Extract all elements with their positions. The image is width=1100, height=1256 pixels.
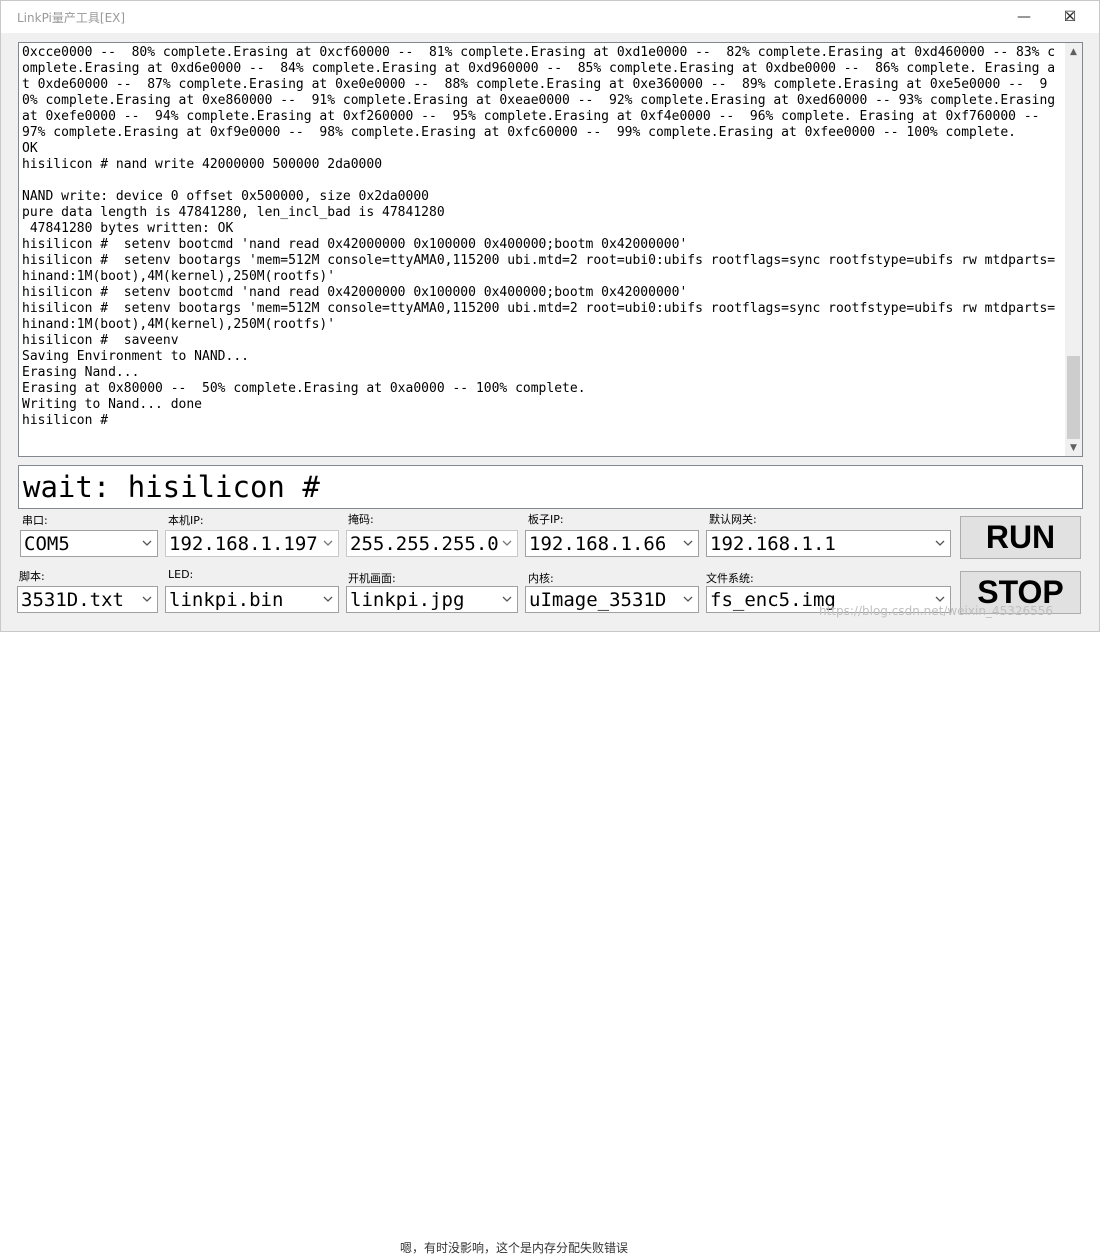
gateway-select[interactable]: 192.168.1.1 — [706, 530, 951, 557]
chevron-down-icon — [323, 540, 333, 546]
background-text: 嗯，有时没影响，这个是内存分配失败错误 — [400, 1241, 629, 1255]
mask-select[interactable]: 255.255.255.0 — [346, 530, 518, 557]
local-ip-select[interactable]: 192.168.1.197 — [165, 530, 339, 557]
script-value: 3531D.txt — [21, 589, 124, 611]
minimize-button[interactable]: — — [1001, 1, 1047, 33]
chevron-down-icon — [502, 596, 512, 602]
chevron-down-icon — [323, 596, 333, 602]
serial-value: COM5 — [24, 533, 70, 555]
kernel-value: uImage_3531D — [529, 589, 667, 611]
scroll-down-icon[interactable]: ▼ — [1065, 439, 1082, 456]
script-label: 脚本: — [19, 570, 45, 583]
close-icon: ✕ — [1064, 9, 1076, 25]
chevron-down-icon — [142, 540, 152, 546]
boot-image-label: 开机画面: — [348, 572, 396, 585]
console-text: 0xcce0000 -- 80% complete.Erasing at 0xc… — [22, 45, 1056, 428]
board-ip-label: 板子IP: — [528, 513, 564, 526]
chevron-down-icon — [935, 540, 945, 546]
kernel-select[interactable]: uImage_3531D — [525, 586, 699, 613]
board-ip-value: 192.168.1.66 — [529, 533, 667, 555]
scroll-up-icon[interactable]: ▲ — [1065, 43, 1082, 60]
command-text: wait: hisilicon # — [23, 470, 320, 504]
board-ip-select[interactable]: 192.168.1.66 — [525, 530, 699, 557]
kernel-label: 内核: — [528, 572, 554, 585]
local-ip-value: 192.168.1.197 — [169, 533, 318, 555]
serial-label: 串口: — [22, 514, 48, 527]
run-button[interactable]: RUN — [960, 516, 1081, 559]
gateway-label: 默认网关: — [709, 513, 757, 526]
chevron-down-icon — [142, 596, 152, 602]
led-value: linkpi.bin — [169, 589, 284, 611]
gateway-value: 192.168.1.1 — [710, 533, 836, 555]
scroll-thumb[interactable] — [1067, 356, 1080, 439]
mask-label: 掩码: — [348, 513, 374, 526]
title-bar: LinkPi量产工具[EX] — ☐ ✕ — [1, 1, 1099, 33]
console-scrollbar[interactable]: ▲ ▼ — [1065, 43, 1082, 456]
watermark: https://blog.csdn.net/weixin_45326556 — [819, 604, 1054, 618]
console-log[interactable]: 0xcce0000 -- 80% complete.Erasing at 0xc… — [18, 42, 1083, 457]
chevron-down-icon — [502, 540, 512, 546]
minimize-icon: — — [1017, 9, 1031, 25]
window-title: LinkPi量产工具[EX] — [17, 11, 126, 25]
led-select[interactable]: linkpi.bin — [165, 586, 339, 613]
app-window: LinkPi量产工具[EX] — ☐ ✕ 0xcce0000 -- 80% co… — [0, 0, 1100, 632]
local-ip-label: 本机IP: — [168, 514, 204, 527]
chevron-down-icon — [683, 540, 693, 546]
chevron-down-icon — [683, 596, 693, 602]
script-select[interactable]: 3531D.txt — [17, 586, 158, 613]
filesystem-value: fs_enc5.img — [710, 589, 836, 611]
serial-select[interactable]: COM5 — [20, 530, 158, 557]
filesystem-label: 文件系统: — [706, 572, 754, 585]
boot-image-value: linkpi.jpg — [350, 589, 465, 611]
close-button[interactable]: ✕ — [1047, 1, 1093, 33]
boot-image-select[interactable]: linkpi.jpg — [346, 586, 518, 613]
led-label: LED: — [168, 568, 194, 581]
mask-value: 255.255.255.0 — [350, 533, 499, 555]
command-input[interactable]: wait: hisilicon # — [18, 465, 1083, 509]
